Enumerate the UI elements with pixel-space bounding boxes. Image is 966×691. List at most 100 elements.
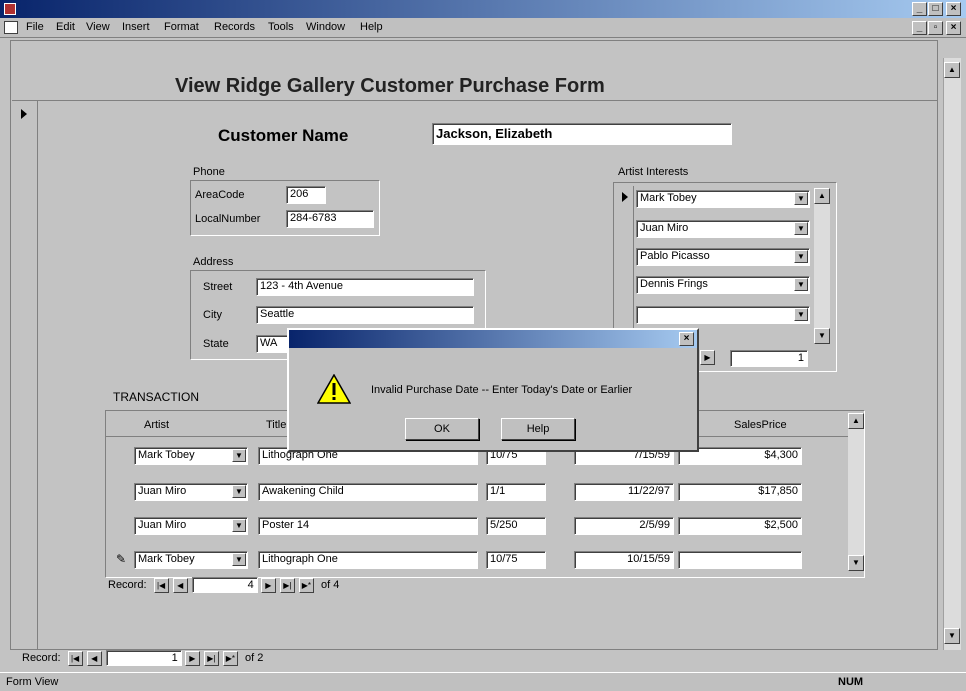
menu-format[interactable]: Format bbox=[164, 21, 199, 33]
table-row[interactable]: Juan Miro ▼ Awakening Child 1/1 11/22/97 … bbox=[106, 483, 864, 513]
artist-combo[interactable]: Mark Tobey ▼ bbox=[134, 447, 248, 465]
dropdown-arrow-icon[interactable]: ▼ bbox=[232, 485, 246, 498]
menu-help[interactable]: Help bbox=[360, 21, 383, 33]
menu-file[interactable]: File bbox=[26, 21, 44, 33]
artist-combo-value: Juan Miro bbox=[138, 485, 187, 497]
scroll-up-button[interactable]: ▲ bbox=[944, 62, 960, 78]
menu-tools[interactable]: Tools bbox=[268, 21, 294, 33]
customer-name-field[interactable]: Jackson, Elizabeth bbox=[432, 123, 732, 145]
doc-minimize-button[interactable]: _ bbox=[912, 21, 927, 35]
menu-records[interactable]: Records bbox=[214, 21, 255, 33]
customer-name-label: Customer Name bbox=[218, 126, 349, 145]
interests-record-field[interactable]: 1 bbox=[730, 350, 808, 367]
copy-field[interactable]: 5/250 bbox=[486, 517, 546, 535]
salesprice-field[interactable]: $2,500 bbox=[678, 517, 802, 535]
first-record-button[interactable]: |◀ bbox=[153, 577, 169, 593]
interest-combo-2[interactable]: Juan Miro ▼ bbox=[636, 220, 810, 238]
copy-field[interactable]: 1/1 bbox=[486, 483, 546, 501]
purchase-date-field[interactable]: 2/5/99 bbox=[574, 517, 674, 535]
menu-window[interactable]: Window bbox=[306, 21, 345, 33]
new-record-button[interactable]: ▶* bbox=[298, 577, 314, 593]
header-artist: Artist bbox=[144, 419, 170, 431]
artist-combo[interactable]: Juan Miro ▼ bbox=[134, 483, 248, 501]
transaction-record-field[interactable]: 4 bbox=[191, 577, 258, 593]
next-record-button[interactable]: ▶ bbox=[260, 577, 276, 593]
purchase-date-field[interactable]: 10/15/59 bbox=[574, 551, 674, 569]
menu-edit[interactable]: Edit bbox=[56, 21, 75, 33]
localnumber-field[interactable]: 284-6783 bbox=[286, 210, 374, 228]
menu-view[interactable]: View bbox=[86, 21, 110, 33]
dropdown-arrow-icon[interactable]: ▼ bbox=[794, 278, 808, 291]
dropdown-arrow-icon[interactable]: ▼ bbox=[794, 222, 808, 235]
main-next-record-button[interactable]: ▶ bbox=[184, 650, 200, 666]
interest-combo-5[interactable]: ▼ bbox=[636, 306, 810, 324]
doc-restore-button[interactable]: ▫ bbox=[928, 21, 943, 35]
title-field[interactable]: Poster 14 bbox=[258, 517, 478, 535]
app-icon bbox=[4, 3, 16, 15]
minimize-button[interactable]: _ bbox=[912, 2, 927, 16]
transaction-scroll-down-button[interactable]: ▼ bbox=[848, 555, 864, 571]
artist-combo-value: Juan Miro bbox=[138, 519, 187, 531]
interests-scroll-down-button[interactable]: ▼ bbox=[814, 328, 830, 344]
title-field[interactable]: Lithograph One bbox=[258, 551, 478, 569]
city-field[interactable]: Seattle bbox=[256, 306, 474, 324]
transaction-record-label: Record: bbox=[108, 578, 147, 591]
city-label: City bbox=[203, 309, 222, 321]
scroll-down-button[interactable]: ▼ bbox=[944, 628, 960, 644]
main-new-record-button[interactable]: ▶* bbox=[222, 650, 238, 666]
areacode-field[interactable]: 206 bbox=[286, 186, 326, 204]
transaction-label: TRANSACTION bbox=[113, 390, 200, 404]
areacode-label: AreaCode bbox=[195, 189, 245, 201]
transaction-scrollbar[interactable]: ▲ ▼ bbox=[848, 413, 864, 571]
dropdown-arrow-icon[interactable]: ▼ bbox=[794, 308, 808, 321]
dialog-title-bar: × bbox=[289, 330, 697, 348]
dropdown-arrow-icon[interactable]: ▼ bbox=[232, 553, 246, 566]
previous-record-button[interactable]: ◀ bbox=[172, 577, 188, 593]
salesprice-field[interactable]: $17,850 bbox=[678, 483, 802, 501]
dropdown-arrow-icon[interactable]: ▼ bbox=[794, 250, 808, 263]
title-field[interactable]: Awakening Child bbox=[258, 483, 478, 501]
purchase-date-field[interactable]: 11/22/97 bbox=[574, 483, 674, 501]
dropdown-arrow-icon[interactable]: ▼ bbox=[232, 449, 246, 462]
pencil-icon: ✎ bbox=[116, 552, 127, 566]
interests-scroll-up-button[interactable]: ▲ bbox=[814, 188, 830, 204]
main-first-record-button[interactable]: |◀ bbox=[67, 650, 83, 666]
artist-combo[interactable]: Mark Tobey ▼ bbox=[134, 551, 248, 569]
record-pointer-icon bbox=[21, 109, 27, 119]
transaction-scroll-up-button[interactable]: ▲ bbox=[848, 413, 864, 429]
copy-field[interactable]: 10/75 bbox=[486, 551, 546, 569]
interests-next-button[interactable]: ▶ bbox=[700, 350, 715, 365]
localnumber-label: LocalNumber bbox=[195, 213, 261, 225]
salesprice-field[interactable] bbox=[678, 551, 802, 569]
main-last-record-button[interactable]: ▶| bbox=[203, 650, 219, 666]
window-title-bar: _ □ × bbox=[0, 0, 966, 18]
interest-combo-3[interactable]: Pablo Picasso ▼ bbox=[636, 248, 810, 266]
maximize-button[interactable]: □ bbox=[928, 2, 943, 16]
doc-close-button[interactable]: × bbox=[946, 21, 961, 35]
form-title: View Ridge Gallery Customer Purchase For… bbox=[175, 75, 605, 97]
interests-scrollbar[interactable]: ▲ ▼ bbox=[814, 188, 830, 344]
vertical-scrollbar[interactable]: ▲ ▼ bbox=[943, 58, 961, 650]
interests-nav: ▶ 1 bbox=[700, 350, 812, 368]
street-field[interactable]: 123 - 4th Avenue bbox=[256, 278, 474, 296]
main-record-navigator: Record: |◀ ◀ 1 ▶ ▶| ▶* of 2 bbox=[22, 650, 342, 668]
transaction-record-navigator: Record: |◀ ◀ 4 ▶ ▶| ▶* of 4 bbox=[108, 577, 408, 595]
dropdown-arrow-icon[interactable]: ▼ bbox=[794, 192, 808, 205]
artist-combo[interactable]: Juan Miro ▼ bbox=[134, 517, 248, 535]
close-button[interactable]: × bbox=[946, 2, 961, 16]
main-previous-record-button[interactable]: ◀ bbox=[86, 650, 102, 666]
dialog-close-button[interactable]: × bbox=[679, 332, 694, 346]
table-row[interactable]: Juan Miro ▼ Poster 14 5/250 2/5/99 $2,500 bbox=[106, 517, 864, 547]
interest-combo-4[interactable]: Dennis Frings ▼ bbox=[636, 276, 810, 294]
main-record-count: of 2 bbox=[244, 651, 264, 664]
last-record-button[interactable]: ▶| bbox=[279, 577, 295, 593]
help-button[interactable]: Help bbox=[501, 418, 575, 440]
menu-insert[interactable]: Insert bbox=[122, 21, 150, 33]
record-selector-column[interactable] bbox=[12, 101, 38, 650]
dropdown-arrow-icon[interactable]: ▼ bbox=[232, 519, 246, 532]
main-record-field[interactable]: 1 bbox=[105, 650, 182, 666]
artist-combo-value: Mark Tobey bbox=[138, 553, 195, 565]
ok-button[interactable]: OK bbox=[405, 418, 479, 440]
interest-combo-1[interactable]: Mark Tobey ▼ bbox=[636, 190, 810, 208]
status-num-indicator: NUM bbox=[838, 676, 864, 688]
